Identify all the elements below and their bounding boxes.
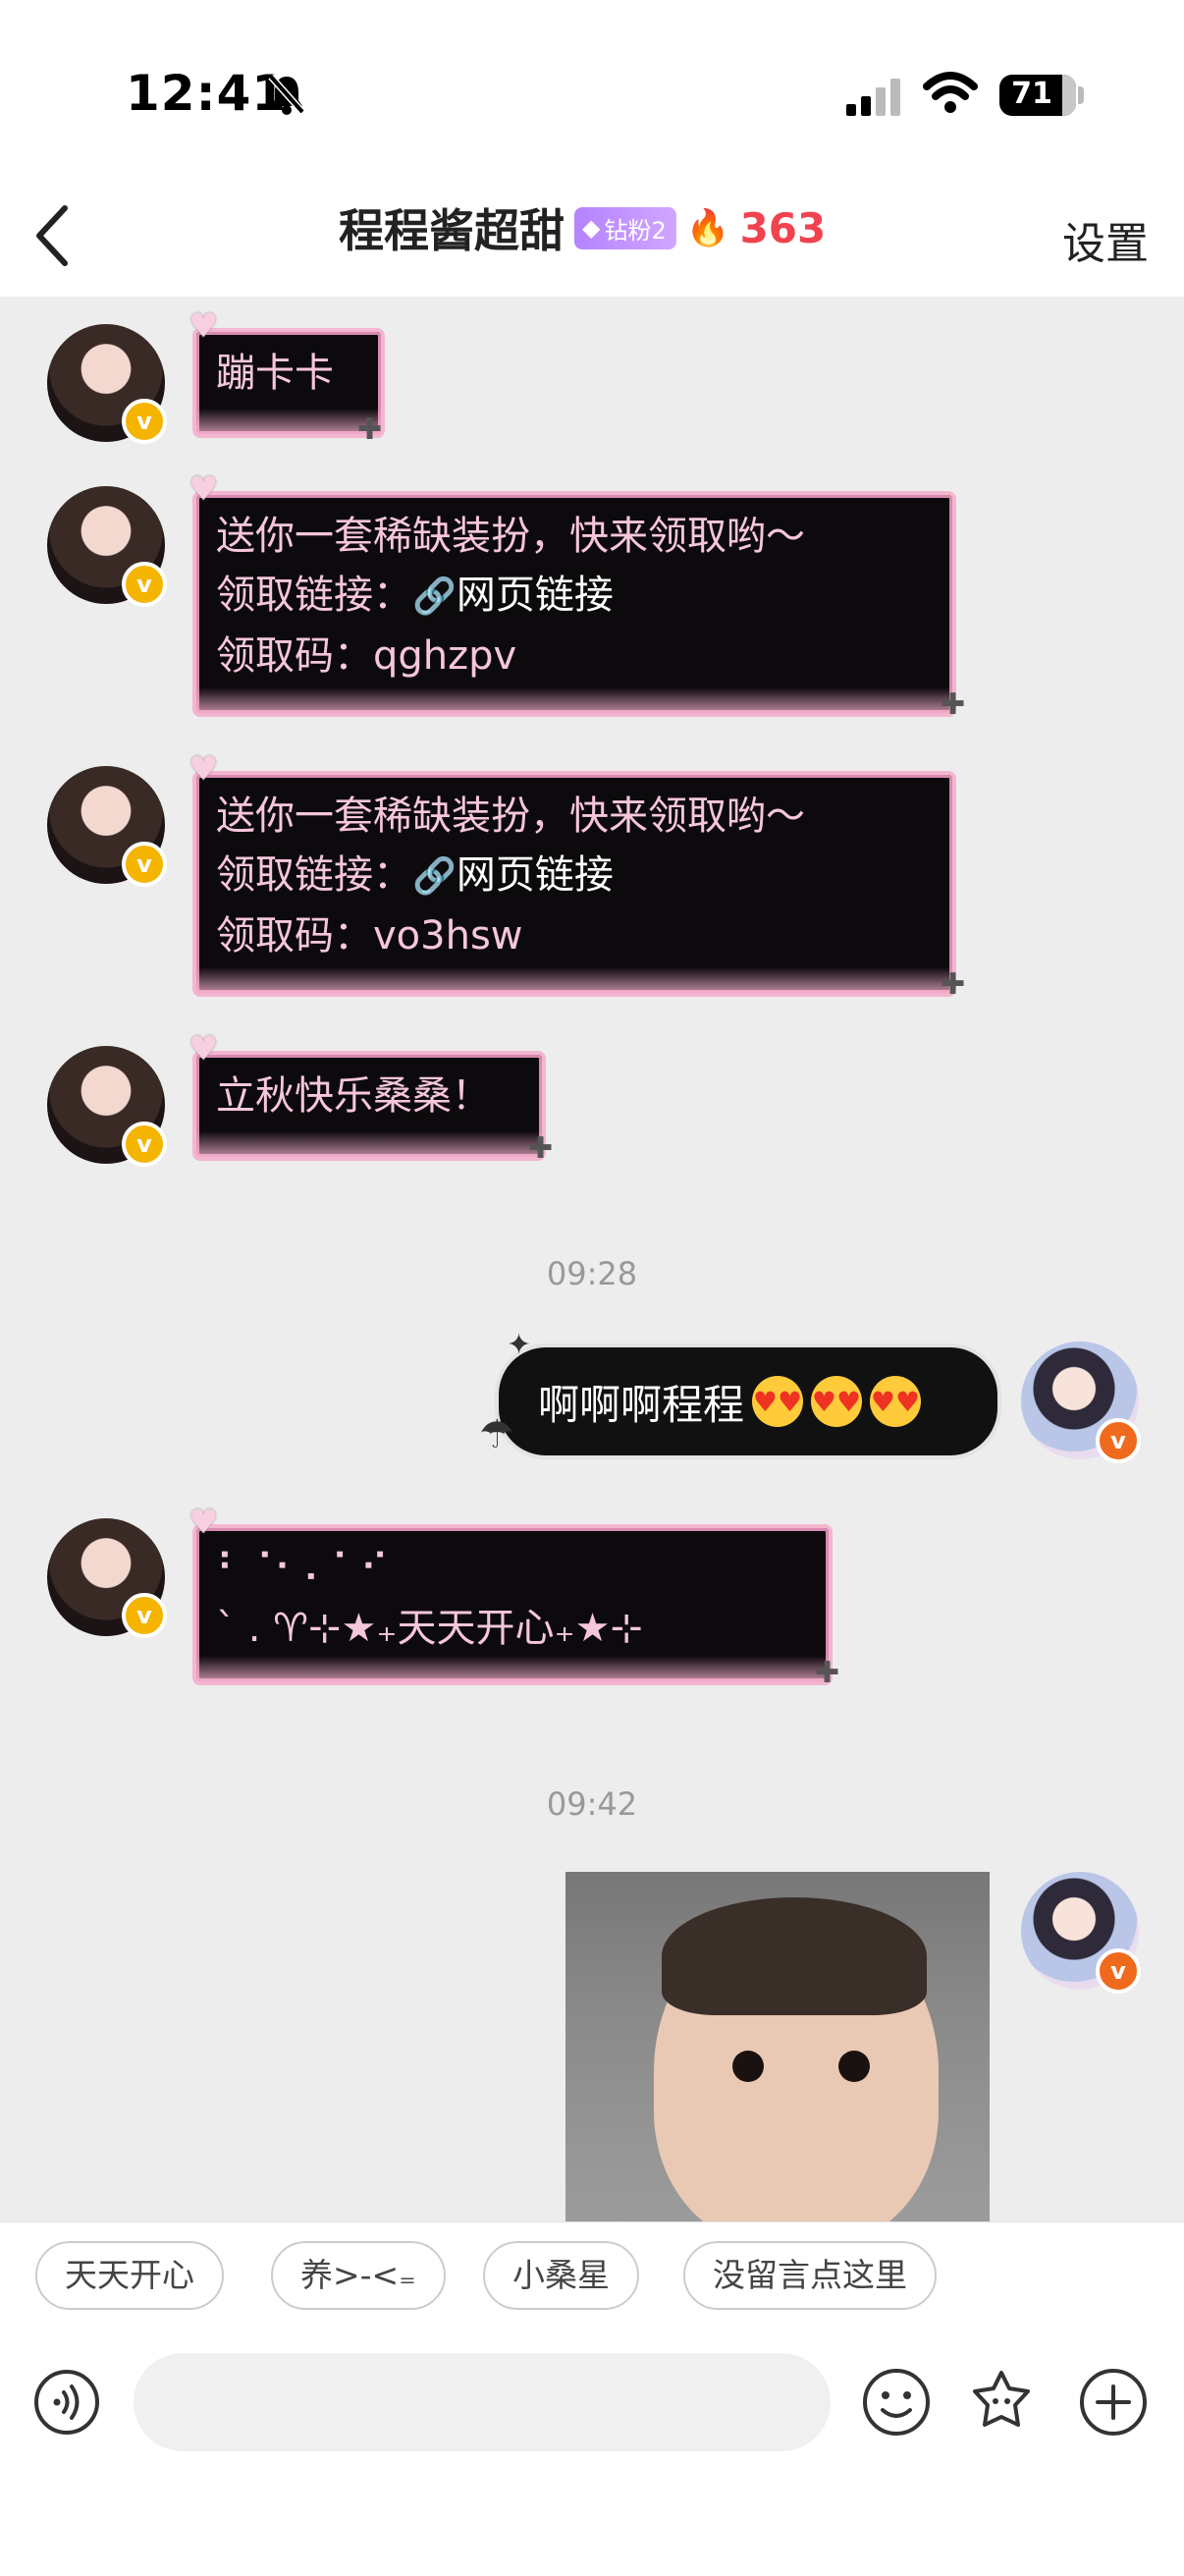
battery-level: 71: [1011, 77, 1052, 111]
verified-badge: v: [122, 1593, 167, 1638]
message-text-line1: ⠃⠈⠂⠄⠁⠊: [216, 1547, 389, 1592]
plus-icon[interactable]: [1078, 2367, 1149, 2438]
voice-icon[interactable]: [33, 2369, 100, 2436]
heart-decoration-icon: ♥: [188, 1503, 219, 1542]
web-link[interactable]: 网页链接: [457, 852, 614, 898]
quick-reply-chip[interactable]: 没留言点这里: [683, 2241, 937, 2310]
heart-decoration-icon: ♥: [188, 749, 219, 789]
quick-reply-chip[interactable]: 天天开心: [35, 2241, 224, 2310]
heart-decoration-icon: ♥: [188, 469, 219, 509]
heart-eyes-emoji-icon: ♥♥: [811, 1376, 863, 1427]
chat-title-group[interactable]: 程程酱超甜 ◆ 钻粉2 🔥 363: [339, 198, 827, 258]
quick-reply-chip[interactable]: 小桑星: [483, 2241, 639, 2310]
heart-decoration-icon: ♥: [188, 306, 219, 346]
clock: 12:41: [126, 65, 288, 122]
bow-decoration-icon: ✚: [528, 1131, 554, 1166]
bell-muted-icon: [268, 74, 305, 115]
baby-eye: [838, 2051, 870, 2082]
link-label: 领取链接：: [216, 852, 412, 898]
streak-count: 363: [739, 203, 827, 252]
baby-hair: [662, 1897, 927, 2015]
code-label: 领取码：: [216, 633, 373, 679]
claim-link-row: 领取链接：🔗网页链接: [216, 846, 933, 906]
message-bubble[interactable]: 送你一套稀缺装扮，快来领取哟～ 领取链接：🔗网页链接 领取码：vo3hsw: [192, 771, 956, 997]
web-link[interactable]: 网页链接: [457, 573, 614, 618]
message-text: 送你一套稀缺装扮，快来领取哟～: [216, 794, 805, 839]
bow-decoration-icon: ✚: [815, 1656, 840, 1690]
verified-badge: v: [122, 1122, 167, 1167]
claim-code: qghzpv: [373, 633, 517, 679]
settings-button[interactable]: 设置: [1062, 208, 1149, 271]
message-text-line2: ` . ♈⊹★₊天天开心₊★⊹: [216, 1606, 643, 1651]
baby-photo-message[interactable]: [565, 1872, 990, 2225]
verified-badge: v: [1096, 1948, 1141, 1994]
message-bubble[interactable]: ⠃⠈⠂⠄⠁⠊ ` . ♈⊹★₊天天开心₊★⊹: [192, 1524, 833, 1685]
claim-code: vo3hsw: [373, 913, 523, 959]
verified-badge: v: [122, 562, 167, 607]
message-bubble[interactable]: 蹦卡卡: [192, 328, 385, 438]
page-title: 程程酱超甜: [339, 204, 565, 257]
emoji-icon[interactable]: [861, 2367, 932, 2438]
bunny-decoration-icon: ☂: [479, 1412, 514, 1457]
baby-eye: [732, 2051, 764, 2082]
fan-level-badge: ◆ 钻粉2: [574, 206, 676, 249]
fire-icon: 🔥: [685, 208, 730, 248]
verified-badge: v: [1096, 1418, 1141, 1463]
claim-code-row: 领取码：vo3hsw: [216, 906, 933, 965]
claim-link-row: 领取链接：🔗网页链接: [216, 566, 933, 627]
message-input[interactable]: [134, 2353, 831, 2451]
fan-level-label: 钻粉2: [604, 216, 667, 245]
claim-code-row: 领取码：qghzpv: [216, 627, 933, 685]
timestamp: 09:42: [546, 1785, 638, 1823]
verified-badge: v: [122, 399, 167, 444]
heart-decoration-icon: ♥: [188, 1029, 219, 1069]
heart-eyes-emoji-icon: ♥♥: [870, 1376, 922, 1427]
message-bubble[interactable]: 立秋快乐桑桑！: [192, 1051, 546, 1161]
message-bubble[interactable]: 啊啊啊程程 ♥♥ ♥♥ ♥♥: [495, 1343, 1001, 1459]
link-icon: 🔗: [412, 856, 457, 897]
sparkle-decoration-icon: ✦: [507, 1328, 532, 1362]
message-text: 啊啊啊程程: [538, 1380, 745, 1429]
quick-reply-chip[interactable]: 养>-<₌: [271, 2241, 446, 2310]
wifi-icon: [923, 72, 978, 113]
status-bar: 12:41 71: [0, 0, 1184, 177]
battery-tip: [1078, 86, 1084, 104]
bow-decoration-icon: ✚: [941, 967, 966, 1002]
bow-decoration-icon: ✚: [357, 412, 383, 447]
link-label: 领取链接：: [216, 573, 412, 618]
chevron-left-icon[interactable]: [29, 196, 79, 275]
link-icon: 🔗: [412, 576, 457, 617]
message-text: 立秋快乐桑桑！: [216, 1073, 491, 1119]
message-bubble[interactable]: 送你一套稀缺装扮，快来领取哟～ 领取链接：🔗网页链接 领取码：qghzpv: [192, 491, 956, 717]
code-label: 领取码：: [216, 913, 373, 959]
battery-icon: 71: [999, 75, 1076, 116]
heart-eyes-emoji-icon: ♥♥: [752, 1376, 804, 1427]
diamond-icon: ◆: [582, 214, 601, 242]
cellular-signal-icon: [846, 79, 900, 116]
message-text: 送你一套稀缺装扮，快来领取哟～: [216, 514, 805, 559]
bow-decoration-icon: ✚: [941, 687, 966, 722]
message-text: 蹦卡卡: [216, 351, 334, 396]
timestamp: 09:28: [546, 1255, 638, 1292]
verified-badge: v: [122, 842, 167, 887]
sticker-icon[interactable]: [966, 2367, 1037, 2438]
